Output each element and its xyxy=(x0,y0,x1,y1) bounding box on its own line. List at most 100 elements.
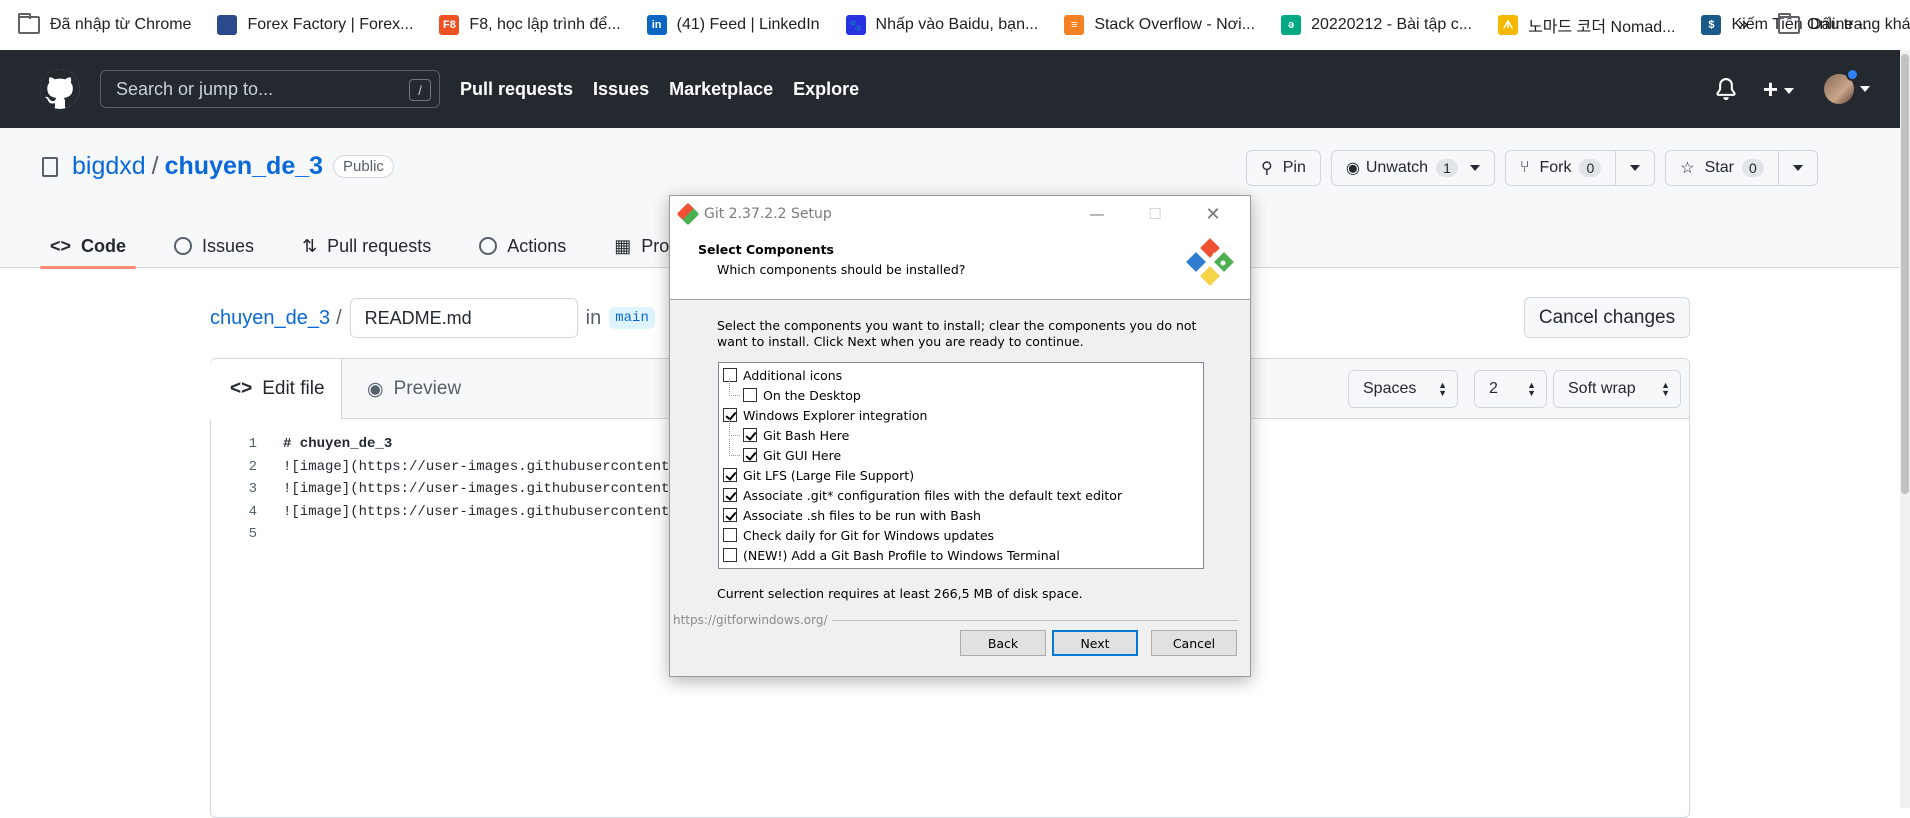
pin-button[interactable]: ⚲ Pin xyxy=(1246,150,1321,186)
search-placeholder: Search or jump to... xyxy=(116,78,274,99)
component-item[interactable]: Windows Explorer integration xyxy=(719,405,1203,425)
nav-marketplace[interactable]: Marketplace xyxy=(669,79,773,100)
cancel-changes-button[interactable]: Cancel changes xyxy=(1524,297,1690,338)
cancel-button[interactable]: Cancel xyxy=(1151,630,1237,656)
checkbox-checked[interactable] xyxy=(743,448,757,462)
component-item[interactable]: Git GUI Here xyxy=(719,439,1203,465)
unwatch-button[interactable]: ◉ Unwatch 1 xyxy=(1330,150,1495,186)
linkedin-icon: in xyxy=(646,15,667,35)
code-line: 4 ![image](https://user-images.githubuser… xyxy=(211,501,678,524)
checkbox-unchecked[interactable] xyxy=(723,548,737,562)
breadcrumb-repo-link[interactable]: chuyen_de_3 xyxy=(210,307,330,330)
tab-preview[interactable]: ◉ Preview xyxy=(367,359,461,419)
repo-name-link[interactable]: chuyen_de_3 xyxy=(165,152,323,181)
tab-issues-label: Issues xyxy=(202,235,255,256)
line-text: # chuyen_de_3 xyxy=(283,436,393,453)
notifications-bell-icon[interactable] xyxy=(1715,78,1737,100)
line-number: 2 xyxy=(248,458,257,475)
other-bookmarks-folder[interactable]: Dấu trang khác xyxy=(1778,0,1910,50)
checkbox-unchecked[interactable] xyxy=(743,388,757,402)
star-button[interactable]: ☆ Star 0 xyxy=(1665,150,1818,186)
tab-edit-file-label: Edit file xyxy=(262,378,325,399)
component-item[interactable]: On the Desktop xyxy=(719,379,1203,405)
scrollbar-thumb[interactable] xyxy=(1901,54,1909,494)
visibility-badge: Public xyxy=(333,155,394,178)
component-item[interactable]: Check daily for Git for Windows updates xyxy=(719,525,1203,545)
star-label: Star xyxy=(1704,159,1734,176)
bookmark-item[interactable]: Forex Factory | Forex... xyxy=(217,15,413,35)
checkbox-unchecked[interactable] xyxy=(723,528,737,542)
bookmark-item[interactable]: in (41) Feed | LinkedIn xyxy=(646,15,820,35)
indent-mode-select[interactable]: Spaces ▲ ▼ xyxy=(1348,370,1458,408)
next-button[interactable]: Next xyxy=(1052,630,1138,656)
nav-issues[interactable]: Issues xyxy=(593,79,649,100)
bookmark-item[interactable]: ə 20220212 - Bài tập c... xyxy=(1281,15,1472,35)
component-item[interactable]: Associate .sh files to be run with Bash xyxy=(719,505,1203,525)
other-bookmarks-label: Dấu trang khác xyxy=(1810,16,1910,33)
wrap-mode-value: Soft wrap xyxy=(1568,380,1636,397)
eye-icon: ◉ xyxy=(1345,160,1360,177)
bookmark-item[interactable]: Đã nhập từ Chrome xyxy=(18,13,191,34)
fork-dropdown[interactable] xyxy=(1615,150,1641,186)
component-list[interactable]: Additional icons On the Desktop Windows Ex… xyxy=(718,362,1204,569)
checkbox-checked[interactable] xyxy=(723,488,737,502)
star-dropdown[interactable] xyxy=(1777,150,1803,186)
select-arrows-icon: ▲ ▼ xyxy=(1438,380,1447,398)
bookmark-item[interactable]: F8 F8, học lập trình để... xyxy=(439,15,621,35)
component-label: Additional icons xyxy=(743,367,843,383)
component-label: Associate .sh files to be run with Bash xyxy=(743,507,981,523)
user-menu[interactable] xyxy=(1824,68,1870,104)
create-new-menu[interactable]: + xyxy=(1763,74,1794,105)
pin-icon: ⚲ xyxy=(1261,160,1273,177)
issue-icon xyxy=(174,237,193,255)
back-button[interactable]: Back xyxy=(960,630,1046,656)
component-item[interactable]: Git Bash Here xyxy=(719,419,1203,445)
component-item[interactable]: Additional icons xyxy=(719,365,1203,385)
code-area[interactable]: 1 # chuyen_de_3 2 ![image](https://user-ima… xyxy=(211,433,678,546)
select-arrows-icon: ▲ ▼ xyxy=(1661,380,1670,398)
stackoverflow-icon: ≡ xyxy=(1064,15,1085,35)
close-icon[interactable]: ✕ xyxy=(1184,196,1242,232)
dialog-titlebar: Git 2.37.2.2 Setup — ☐ ✕ xyxy=(670,196,1250,232)
repo-tabs: <>Code Issues ⇅Pull requests Actions ▦Pr… xyxy=(40,224,744,269)
component-item[interactable]: (NEW!) Add a Git Bash Profile to Windows… xyxy=(719,545,1203,565)
git-setup-logo-icon xyxy=(1186,238,1234,286)
checkbox-checked[interactable] xyxy=(723,468,737,482)
tab-code[interactable]: <> Code xyxy=(40,224,137,269)
indent-size-select[interactable]: 2 ▲ ▼ xyxy=(1474,370,1547,408)
repo-actions: ⚲ Pin ◉ Unwatch 1 ⑂ Fork 0 ☆ Star 0 xyxy=(1246,150,1828,186)
component-item[interactable]: Git LFS (Large File Support) xyxy=(719,465,1203,485)
search-input[interactable]: Search or jump to... / xyxy=(100,70,440,108)
fork-button[interactable]: ⑂ Fork 0 xyxy=(1504,150,1656,186)
bookmark-label: Nhấp vào Baidu, bạn... xyxy=(875,16,1039,33)
chevron-down-icon xyxy=(1469,165,1480,171)
minimize-button[interactable]: — xyxy=(1068,196,1126,232)
checkbox-checked[interactable] xyxy=(743,428,757,442)
folder-icon xyxy=(18,13,40,34)
tab-edit-file[interactable]: <> Edit file xyxy=(210,359,342,420)
folder-icon xyxy=(1778,13,1800,34)
github-logo-icon[interactable] xyxy=(40,69,80,109)
tab-pull-requests[interactable]: ⇅ Pull requests xyxy=(292,224,441,268)
page-scrollbar[interactable] xyxy=(1900,50,1910,808)
wrap-mode-select[interactable]: Soft wrap ▲ ▼ xyxy=(1553,370,1681,408)
bookmark-item[interactable]: ≡ Stack Overflow - Nơi... xyxy=(1064,15,1255,35)
bookmark-item[interactable]: ᗑ 노마드 코더 Nomad... xyxy=(1498,13,1675,37)
line-number: 4 xyxy=(248,503,257,520)
nav-explore[interactable]: Explore xyxy=(793,79,859,100)
tab-actions[interactable]: Actions xyxy=(469,224,576,268)
component-label: (NEW!) Add a Git Bash Profile to Windows… xyxy=(743,547,1060,563)
repo-owner-link[interactable]: bigdxd xyxy=(72,152,146,181)
code-line: 1 # chuyen_de_3 xyxy=(211,433,678,456)
bookmarks-overflow-button[interactable]: » xyxy=(1738,14,1748,35)
tab-issues[interactable]: Issues xyxy=(164,224,264,268)
git-setup-dialog: Git 2.37.2.2 Setup — ☐ ✕ Select Componen… xyxy=(669,195,1251,677)
filename-input[interactable]: README.md xyxy=(349,298,578,338)
nav-pull-requests[interactable]: Pull requests xyxy=(460,79,573,100)
checkbox-checked[interactable] xyxy=(723,508,737,522)
bookmark-item[interactable]: 🐾 Nhấp vào Baidu, bạn... xyxy=(845,15,1039,35)
header-actions: + xyxy=(1715,50,1870,128)
gitforwindows-link[interactable]: https://gitforwindows.org/ xyxy=(673,613,832,627)
component-item[interactable]: Associate .git* configuration files with… xyxy=(719,485,1203,505)
status-dot xyxy=(1846,68,1859,81)
